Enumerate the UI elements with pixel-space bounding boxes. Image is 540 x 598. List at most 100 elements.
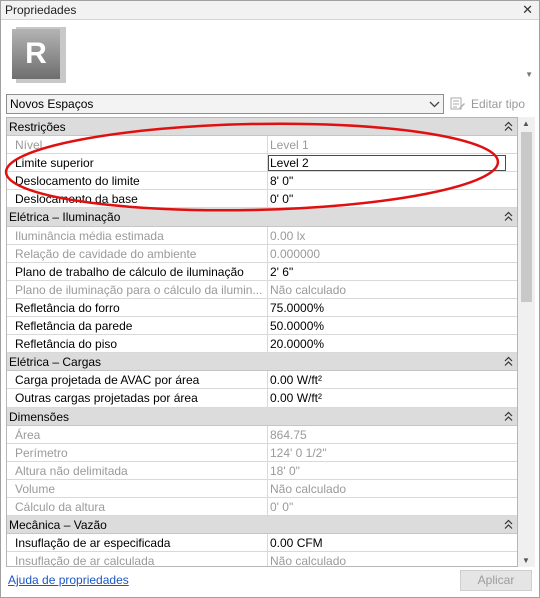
property-row: Nível Level 1 (7, 136, 517, 155)
properties-grid: Restrições Nível Level 1 Limite superior Lev… (6, 117, 518, 567)
column-divider[interactable] (267, 136, 268, 154)
scroll-down-icon[interactable]: ▼ (522, 556, 530, 565)
property-label: Deslocamento do limite (15, 174, 140, 189)
collapse-chevrons-icon[interactable] (504, 519, 513, 530)
collapse-chevrons-icon[interactable] (504, 211, 513, 222)
property-label: Carga projetada de AVAC por área (15, 373, 200, 388)
property-value: 864.75 (270, 427, 307, 442)
property-value: 0' 0" (270, 499, 294, 514)
category-header[interactable]: Elétrica – Iluminação (7, 208, 517, 227)
property-label: Nível (15, 138, 43, 153)
property-value: 18' 0" (270, 463, 300, 478)
title-bar: Propriedades ✕ (1, 1, 539, 20)
column-divider[interactable] (267, 190, 268, 208)
property-row: Volume Não calculado (7, 479, 517, 498)
property-row[interactable]: Outras cargas projetadas por área 0.00 W/… (7, 389, 517, 408)
property-row: Plano de iluminação para o cálculo da il… (7, 280, 517, 299)
category-header[interactable]: Elétrica – Cargas (7, 353, 517, 372)
column-divider[interactable] (267, 461, 268, 479)
column-divider[interactable] (267, 280, 268, 298)
property-label: Refletância da parede (15, 319, 133, 334)
property-value: 0.000000 (270, 246, 321, 261)
collapse-chevrons-icon[interactable] (504, 411, 513, 422)
column-divider[interactable] (267, 317, 268, 335)
category-header[interactable]: Restrições (7, 118, 517, 137)
property-label: Limite superior (15, 156, 94, 171)
property-label: Refletância do forro (15, 300, 120, 315)
column-divider[interactable] (267, 262, 268, 280)
property-row: Cálculo da altura 0' 0" (7, 497, 517, 517)
properties-palette: Propriedades ✕ R ▼ Novos Espaços Editar … (0, 0, 540, 598)
close-icon[interactable]: ✕ (522, 2, 533, 18)
preview-scroll-arrow-icon[interactable]: ▼ (525, 70, 533, 79)
property-value-input[interactable]: Level 2 (268, 155, 506, 172)
property-value[interactable]: 0.00 W/ft² (270, 391, 322, 405)
category-title: Dimensões (9, 409, 70, 424)
property-value[interactable]: 0.00 W/ft² (270, 373, 322, 387)
collapse-chevrons-icon[interactable] (504, 356, 513, 367)
property-label: Outras cargas projetadas por área (15, 391, 198, 406)
property-label: Refletância do piso (15, 337, 118, 352)
property-row[interactable]: Deslocamento da base 0' 0" (7, 190, 517, 209)
edit-type-icon (450, 97, 465, 110)
column-divider[interactable] (267, 534, 268, 552)
category-header[interactable]: Dimensões (7, 407, 517, 426)
column-divider[interactable] (267, 425, 268, 443)
property-row[interactable]: Refletância do forro 75.0000% (7, 298, 517, 318)
property-row: Relação de cavidade do ambiente 0.000000 (7, 244, 517, 263)
property-label: Iluminância média estimada (15, 228, 164, 243)
property-label: Deslocamento da base (15, 192, 138, 207)
property-value[interactable]: 75.0000% (270, 301, 324, 315)
property-value[interactable]: 0.00 CFM (270, 536, 323, 550)
column-divider[interactable] (267, 335, 268, 353)
property-row: Área 864.75 (7, 425, 517, 444)
column-divider[interactable] (267, 371, 268, 389)
property-value[interactable]: 2' 6" (270, 265, 293, 279)
property-label: Área (15, 427, 41, 442)
property-label: Plano de trabalho de cálculo de iluminaç… (15, 264, 244, 279)
property-label: Relação de cavidade do ambiente (15, 246, 197, 261)
grid-scrollbar[interactable]: ▲ ▼ (518, 117, 535, 567)
properties-help-link[interactable]: Ajuda de propriedades (8, 573, 129, 587)
property-row[interactable]: Insuflação de ar especificada 0.00 CFM (7, 534, 517, 553)
apply-button[interactable]: Aplicar (460, 570, 532, 591)
property-row[interactable]: Plano de trabalho de cálculo de iluminaç… (7, 262, 517, 281)
property-label: Volume (15, 481, 56, 496)
property-value[interactable]: 0' 0" (270, 192, 293, 206)
column-divider[interactable] (267, 479, 268, 497)
type-selector-value: Novos Espaços (10, 97, 94, 111)
palette-title: Propriedades (5, 3, 77, 17)
property-label: Insuflação de ar especificada (15, 536, 171, 551)
property-value[interactable]: 20.0000% (270, 337, 324, 351)
property-row: Perímetro 124' 0 1/2" (7, 443, 517, 462)
property-label: Perímetro (15, 445, 68, 460)
column-divider[interactable] (267, 552, 268, 566)
revit-logo-icon: R (12, 27, 66, 83)
property-row[interactable]: Refletância da parede 50.0000% (7, 317, 517, 336)
column-divider[interactable] (267, 244, 268, 262)
column-divider[interactable] (267, 172, 268, 190)
property-row[interactable]: Limite superior Level 2 (7, 154, 517, 173)
property-row[interactable]: Carga projetada de AVAC por área 0.00 W/f… (7, 371, 517, 390)
property-row[interactable]: Refletância do piso 20.0000% (7, 335, 517, 354)
property-value: Level 1 (270, 138, 309, 153)
property-value: 124' 0 1/2" (270, 445, 327, 460)
scrollbar-thumb[interactable] (521, 132, 532, 302)
collapse-chevrons-icon[interactable] (504, 121, 513, 132)
scroll-up-icon[interactable]: ▲ (522, 119, 530, 128)
type-selector-dropdown[interactable]: Novos Espaços (6, 94, 444, 114)
property-value[interactable]: 50.0000% (270, 319, 324, 333)
edit-type-button[interactable]: Editar tipo (450, 95, 525, 113)
chevron-down-icon (429, 101, 440, 108)
property-value: Não calculado (270, 481, 347, 496)
property-value[interactable]: 8' 0" (270, 174, 293, 188)
property-row[interactable]: Deslocamento do limite 8' 0" (7, 172, 517, 191)
column-divider[interactable] (267, 497, 268, 516)
column-divider[interactable] (267, 389, 268, 407)
column-divider[interactable] (267, 226, 268, 244)
property-label: Insuflação de ar calculada (15, 554, 155, 567)
column-divider[interactable] (267, 443, 268, 461)
property-label: Altura não delimitada (15, 463, 128, 478)
category-header[interactable]: Mecânica – Vazão (7, 516, 517, 535)
column-divider[interactable] (267, 298, 268, 317)
